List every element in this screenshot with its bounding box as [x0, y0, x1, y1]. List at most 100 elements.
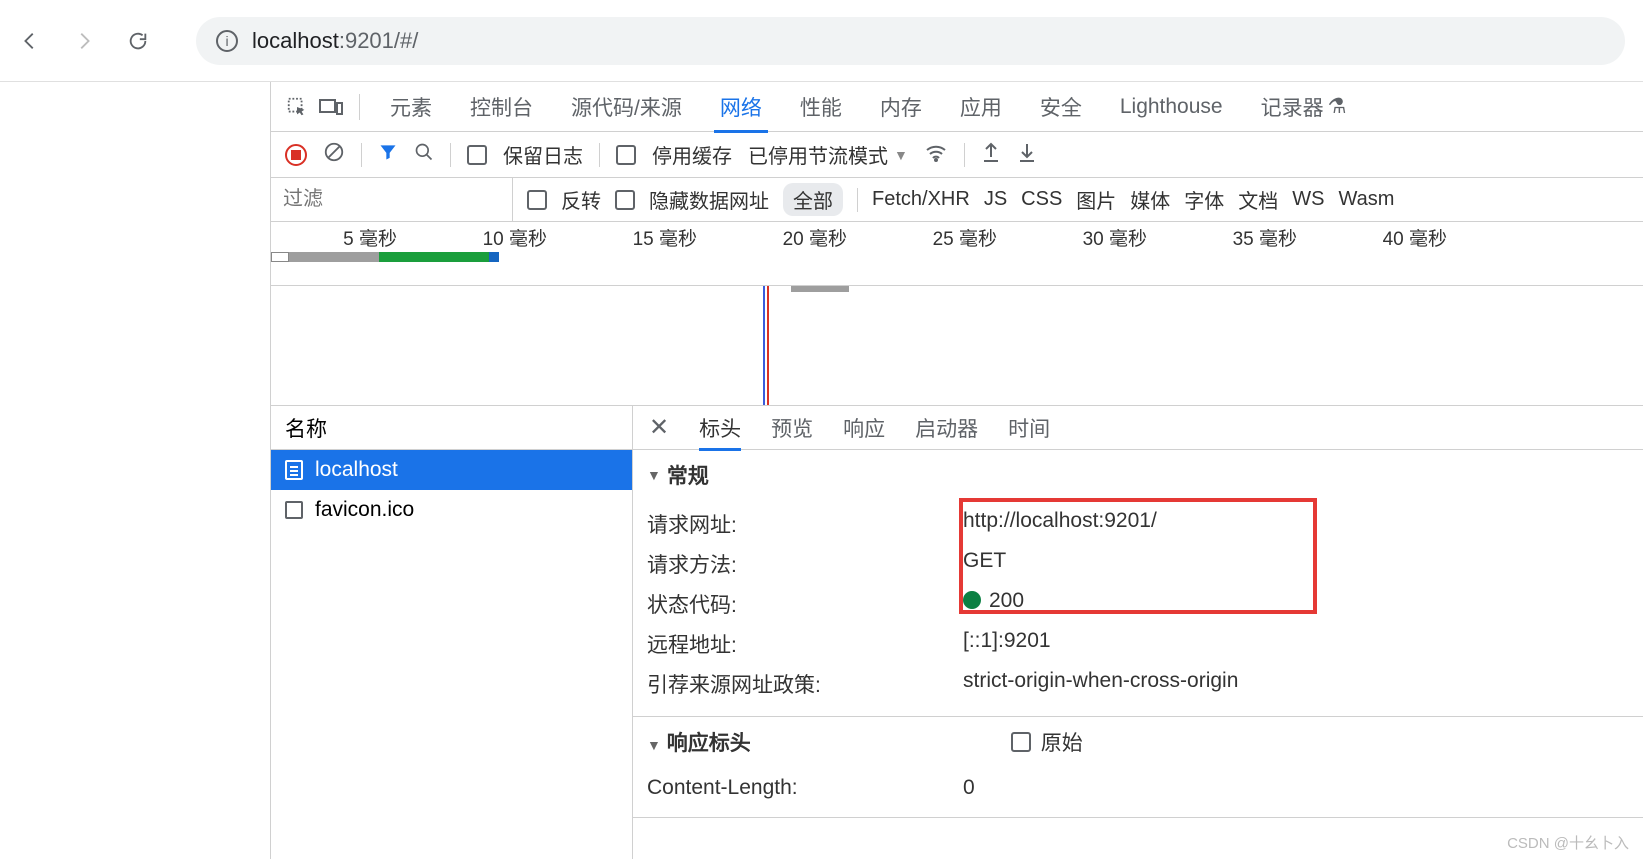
hide-dataurl-label: 隐藏数据网址: [649, 185, 769, 214]
general-section: ▼常规 请求网址:http://localhost:9201/ 请求方法:GET…: [633, 450, 1643, 717]
close-icon[interactable]: ✕: [649, 413, 669, 442]
filter-input[interactable]: [271, 178, 513, 221]
search-icon[interactable]: [414, 142, 434, 168]
download-icon[interactable]: [1017, 141, 1037, 169]
filter-media[interactable]: 媒体: [1130, 185, 1170, 214]
site-info-icon[interactable]: i: [216, 30, 238, 52]
wifi-icon[interactable]: [924, 142, 948, 168]
devtools-tabs: 元素 控制台 源代码/来源 网络 性能 内存 应用 安全 Lighthouse …: [271, 82, 1643, 132]
flask-icon: ⚗: [1328, 94, 1347, 119]
filter-all[interactable]: 全部: [783, 183, 843, 216]
clear-button[interactable]: [323, 141, 345, 169]
record-button[interactable]: [285, 144, 307, 166]
filter-doc[interactable]: 文档: [1238, 185, 1278, 214]
tick-label: 10 毫秒: [483, 224, 547, 251]
label-remote-addr: 远程地址:: [647, 629, 963, 659]
tab-application[interactable]: 应用: [946, 82, 1016, 132]
throttling-select[interactable]: 已停用节流模式▼: [748, 140, 908, 169]
detail-tab-headers[interactable]: 标头: [699, 406, 741, 450]
name-column-header[interactable]: 名称: [271, 406, 632, 450]
tab-sources[interactable]: 源代码/来源: [557, 82, 696, 132]
network-panels: 名称 localhost favicon.ico ✕ 标头 预览 响应 启动器 …: [271, 406, 1643, 859]
label-status-code: 状态代码:: [647, 589, 963, 619]
document-icon: [285, 460, 303, 480]
preserve-log-checkbox[interactable]: [467, 145, 487, 165]
inspect-icon[interactable]: [285, 95, 309, 119]
nav-buttons: [18, 29, 150, 53]
file-icon: [285, 501, 303, 519]
disable-cache-label: 停用缓存: [652, 140, 732, 169]
detail-tabs: ✕ 标头 预览 响应 启动器 时间: [633, 406, 1643, 450]
forward-button[interactable]: [72, 29, 96, 53]
response-headers-header[interactable]: ▼ 响应标头 原始: [633, 717, 1643, 767]
response-headers-section: ▼ 响应标头 原始 Content-Length:0: [633, 717, 1643, 818]
value-request-url: http://localhost:9201/: [963, 509, 1629, 539]
general-header[interactable]: ▼常规: [633, 450, 1643, 500]
address-bar[interactable]: i localhost:9201/#/: [196, 17, 1625, 65]
request-name: localhost: [315, 458, 398, 482]
status-dot-icon: [963, 591, 981, 609]
tab-memory[interactable]: 内存: [866, 82, 936, 132]
url-text: localhost:9201/#/: [252, 28, 418, 54]
detail-tab-timing[interactable]: 时间: [1008, 406, 1050, 450]
tick-label: 35 毫秒: [1233, 224, 1297, 251]
label-request-url: 请求网址:: [647, 509, 963, 539]
invert-checkbox[interactable]: [527, 190, 547, 210]
filter-icon[interactable]: [378, 142, 398, 168]
tab-network[interactable]: 网络: [706, 82, 776, 132]
filter-fetchxhr[interactable]: Fetch/XHR: [872, 188, 970, 211]
browser-toolbar: i localhost:9201/#/: [0, 0, 1643, 82]
tab-lighthouse[interactable]: Lighthouse: [1106, 82, 1237, 132]
tick-label: 30 毫秒: [1083, 224, 1147, 251]
raw-toggle[interactable]: 原始: [1011, 727, 1083, 757]
label-referrer-policy: 引荐来源网址政策:: [647, 669, 963, 699]
timeline-bar: [271, 252, 499, 262]
raw-checkbox[interactable]: [1011, 732, 1031, 752]
timeline-overview[interactable]: 5 毫秒 10 毫秒 15 毫秒 20 毫秒 25 毫秒 30 毫秒 35 毫秒…: [271, 222, 1643, 286]
filter-font[interactable]: 字体: [1184, 185, 1224, 214]
invert-label: 反转: [561, 185, 601, 214]
disable-cache-checkbox[interactable]: [616, 145, 636, 165]
tab-security[interactable]: 安全: [1026, 82, 1096, 132]
request-row-localhost[interactable]: localhost: [271, 450, 632, 490]
request-mark: [791, 286, 849, 292]
filter-ws[interactable]: WS: [1292, 188, 1324, 211]
domcontent-line: [763, 286, 765, 405]
general-table: 请求网址:http://localhost:9201/ 请求方法:GET 状态代…: [633, 500, 1643, 716]
label-content-length: Content-Length:: [647, 776, 963, 800]
value-remote-addr: [::1]:9201: [963, 629, 1629, 659]
tab-elements[interactable]: 元素: [376, 82, 446, 132]
value-request-method: GET: [963, 549, 1629, 579]
value-status-code: 200: [963, 589, 1629, 619]
filter-css[interactable]: CSS: [1021, 188, 1062, 211]
hide-dataurl-checkbox[interactable]: [615, 190, 635, 210]
value-content-length: 0: [963, 776, 1629, 800]
value-referrer-policy: strict-origin-when-cross-origin: [963, 669, 1629, 699]
detail-tab-preview[interactable]: 预览: [771, 406, 813, 450]
filter-js[interactable]: JS: [984, 188, 1007, 211]
filter-img[interactable]: 图片: [1076, 185, 1116, 214]
request-detail: ✕ 标头 预览 响应 启动器 时间 ▼常规 请求网址:http://localh…: [633, 406, 1643, 859]
devtools-panel: 元素 控制台 源代码/来源 网络 性能 内存 应用 安全 Lighthouse …: [270, 82, 1643, 859]
preserve-log-label: 保留日志: [503, 140, 583, 169]
request-row-favicon[interactable]: favicon.ico: [271, 490, 632, 530]
timeline-tracks[interactable]: [271, 286, 1643, 406]
triangle-down-icon: ▼: [647, 467, 661, 483]
tab-recorder[interactable]: 记录器 ⚗: [1247, 82, 1361, 132]
tick-label: 20 毫秒: [783, 224, 847, 251]
triangle-down-icon: ▼: [647, 737, 661, 753]
detail-tab-initiator[interactable]: 启动器: [915, 406, 978, 450]
tab-performance[interactable]: 性能: [786, 82, 856, 132]
label-request-method: 请求方法:: [647, 549, 963, 579]
reload-button[interactable]: [126, 29, 150, 53]
load-line: [767, 286, 769, 405]
upload-icon[interactable]: [981, 141, 1001, 169]
detail-tab-response[interactable]: 响应: [843, 406, 885, 450]
filter-wasm[interactable]: Wasm: [1339, 188, 1395, 211]
back-button[interactable]: [18, 29, 42, 53]
tick-label: 5 毫秒: [343, 224, 397, 251]
device-icon[interactable]: [319, 95, 343, 119]
tick-label: 15 毫秒: [633, 224, 697, 251]
tab-console[interactable]: 控制台: [456, 82, 547, 132]
response-headers-table: Content-Length:0: [633, 767, 1643, 817]
